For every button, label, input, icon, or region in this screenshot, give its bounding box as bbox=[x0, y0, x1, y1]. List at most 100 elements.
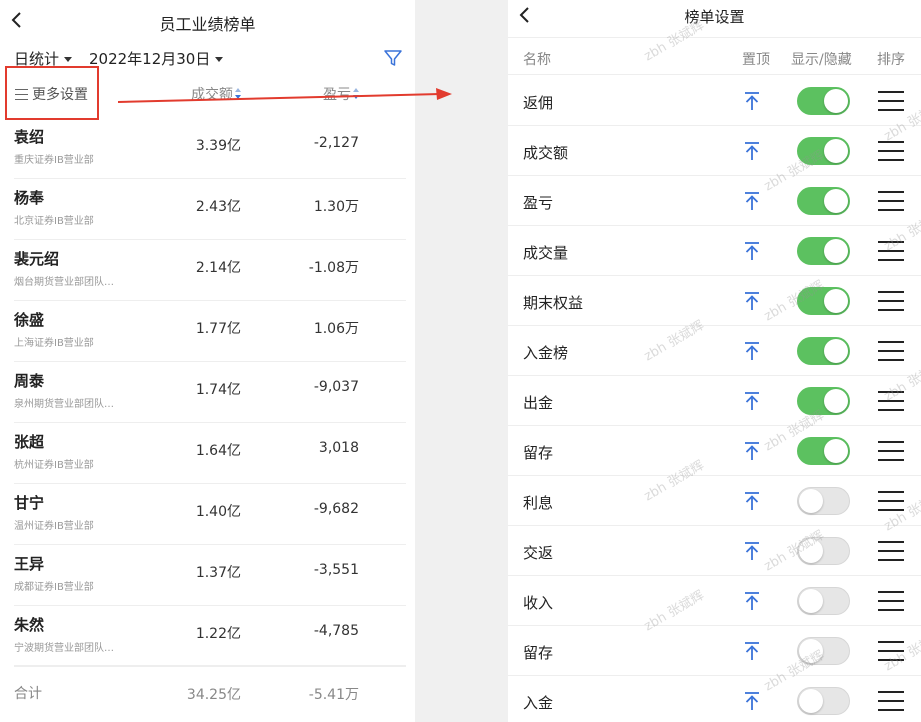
more-settings-button[interactable]: 更多设置 bbox=[15, 84, 88, 104]
amount-value: 1.77亿 bbox=[195, 321, 241, 337]
drag-handle-icon[interactable] bbox=[878, 91, 904, 111]
table-row[interactable]: 袁绍 重庆证券IB营业部 3.39亿 -2,127 bbox=[14, 118, 406, 179]
pin-top-icon[interactable] bbox=[743, 491, 761, 511]
header-sort: 排序 bbox=[877, 52, 905, 68]
drag-handle-icon[interactable] bbox=[878, 541, 904, 561]
table-row[interactable]: 朱然 宁波期货营业部团队… 1.22亿 -4,785 bbox=[14, 606, 406, 667]
toggle-knob bbox=[824, 289, 848, 313]
table-row[interactable]: 王异 成都证券IB营业部 1.37亿 -3,551 bbox=[14, 545, 406, 606]
visibility-toggle[interactable] bbox=[797, 137, 850, 165]
date-select[interactable]: 2022年12月30日 bbox=[89, 48, 224, 69]
metric-name: 返佣 bbox=[523, 94, 554, 112]
employee-name: 裴元绍 bbox=[14, 250, 60, 268]
drag-handle-icon[interactable] bbox=[878, 391, 904, 411]
pin-top-icon[interactable] bbox=[743, 191, 761, 211]
column-header-pnl[interactable]: 盈亏 bbox=[323, 84, 359, 104]
toggle-knob bbox=[824, 389, 848, 413]
leaderboard-panel: 员工业绩榜单 日统计 2022年12月30日 更多设置 成交额 盈亏 袁绍 重庆证… bbox=[0, 0, 415, 722]
employee-name: 张超 bbox=[14, 433, 45, 451]
toggle-knob bbox=[824, 339, 848, 363]
employee-dept: 温州证券IB营业部 bbox=[14, 521, 94, 532]
amount-value: 2.43亿 bbox=[195, 199, 241, 215]
toggle-knob bbox=[799, 489, 823, 513]
drag-handle-icon[interactable] bbox=[878, 441, 904, 461]
table-row[interactable]: 徐盛上海证券IB营业部 1.77亿 1.06万 bbox=[14, 301, 406, 362]
settings-row: 利息 bbox=[508, 476, 921, 526]
drag-handle-icon[interactable] bbox=[878, 341, 904, 361]
header-name: 名称 bbox=[523, 52, 551, 68]
pin-top-icon[interactable] bbox=[743, 241, 761, 261]
visibility-toggle[interactable] bbox=[797, 437, 850, 465]
employee-dept: 宁波期货营业部团队… bbox=[14, 643, 114, 654]
settings-row: 成交量 bbox=[508, 226, 921, 276]
employee-name: 徐盛 bbox=[14, 311, 45, 329]
metric-name: 入金榜 bbox=[523, 344, 569, 362]
total-amount: 34.25亿 bbox=[186, 687, 241, 703]
employee-dept: 成都证券IB营业部 bbox=[14, 582, 94, 593]
visibility-toggle[interactable] bbox=[797, 637, 850, 665]
column-header-amount[interactable]: 成交额 bbox=[191, 84, 241, 104]
amount-value: 1.37亿 bbox=[195, 565, 241, 581]
header-pin: 置顶 bbox=[742, 52, 770, 68]
header-show-hide: 显示/隐藏 bbox=[791, 52, 852, 68]
employee-dept: 上海证券IB营业部 bbox=[14, 338, 94, 349]
visibility-toggle[interactable] bbox=[797, 337, 850, 365]
visibility-toggle[interactable] bbox=[797, 187, 850, 215]
visibility-toggle[interactable] bbox=[797, 487, 850, 515]
sort-icon bbox=[235, 88, 241, 100]
pin-top-icon[interactable] bbox=[743, 541, 761, 561]
visibility-toggle[interactable] bbox=[797, 387, 850, 415]
employee-name: 杨奉 bbox=[14, 189, 45, 207]
pnl-header-label: 盈亏 bbox=[323, 87, 351, 103]
ranking-settings-panel: 榜单设置 名称 置顶 显示/隐藏 排序 返佣 成交额 盈亏 成交量 期末权益 入金榜 出金留… bbox=[508, 0, 921, 722]
drag-handle-icon[interactable] bbox=[878, 591, 904, 611]
pin-top-icon[interactable] bbox=[743, 441, 761, 461]
pin-top-icon[interactable] bbox=[743, 691, 761, 711]
visibility-toggle[interactable] bbox=[797, 537, 850, 565]
visibility-toggle[interactable] bbox=[797, 587, 850, 615]
visibility-toggle[interactable] bbox=[797, 287, 850, 315]
amount-value: 1.74亿 bbox=[195, 382, 241, 398]
employee-name: 王异 bbox=[14, 555, 45, 573]
pin-top-icon[interactable] bbox=[743, 641, 761, 661]
pnl-value: 1.06万 bbox=[313, 321, 359, 337]
settings-row: 返佣 bbox=[508, 76, 921, 126]
drag-handle-icon[interactable] bbox=[878, 491, 904, 511]
visibility-toggle[interactable] bbox=[797, 237, 850, 265]
toggle-knob bbox=[799, 589, 823, 613]
drag-handle-icon[interactable] bbox=[878, 141, 904, 161]
more-settings-label: 更多设置 bbox=[32, 87, 88, 103]
employee-name: 甘宁 bbox=[14, 494, 45, 512]
drag-handle-icon[interactable] bbox=[878, 241, 904, 261]
drag-handle-icon[interactable] bbox=[878, 191, 904, 211]
table-row[interactable]: 杨奉 北京证券IB营业部 2.43亿 1.30万 bbox=[14, 179, 406, 240]
metric-name: 成交量 bbox=[523, 244, 569, 262]
table-row[interactable]: 甘宁 温州证券IB营业部 1.40亿 -9,682 bbox=[14, 484, 406, 545]
drag-handle-icon[interactable] bbox=[878, 291, 904, 311]
table-row[interactable]: 周泰 泉州期货营业部团队… 1.74亿 -9,037 bbox=[14, 362, 406, 423]
settings-row: 入金 bbox=[508, 676, 921, 722]
employee-name: 袁绍 bbox=[14, 128, 45, 146]
amount-value: 1.40亿 bbox=[195, 504, 241, 520]
metric-name: 期末权益 bbox=[523, 294, 584, 312]
employee-dept: 杭州证券IB营业部 bbox=[14, 460, 94, 471]
pin-top-icon[interactable] bbox=[743, 291, 761, 311]
drag-handle-icon[interactable] bbox=[878, 641, 904, 661]
employee-dept: 烟台期货营业部团队… bbox=[14, 277, 114, 288]
table-row[interactable]: 裴元绍 烟台期货营业部团队… 2.14亿 -1.08万 bbox=[14, 240, 406, 301]
pin-top-icon[interactable] bbox=[743, 591, 761, 611]
drag-handle-icon[interactable] bbox=[878, 691, 904, 711]
page-title: 员工业绩榜单 bbox=[159, 15, 256, 34]
table-row[interactable]: 张超 杭州证券IB营业部 1.64亿 3,018 bbox=[14, 423, 406, 484]
visibility-toggle[interactable] bbox=[797, 87, 850, 115]
metric-name: 入金 bbox=[523, 694, 554, 712]
pin-top-icon[interactable] bbox=[743, 391, 761, 411]
toggle-knob bbox=[799, 689, 823, 713]
pin-top-icon[interactable] bbox=[743, 341, 761, 361]
amount-header-label: 成交额 bbox=[191, 87, 233, 103]
filter-icon[interactable] bbox=[383, 48, 403, 68]
menu-icon bbox=[15, 89, 28, 100]
pin-top-icon[interactable] bbox=[743, 91, 761, 111]
pin-top-icon[interactable] bbox=[743, 141, 761, 161]
visibility-toggle[interactable] bbox=[797, 687, 850, 715]
